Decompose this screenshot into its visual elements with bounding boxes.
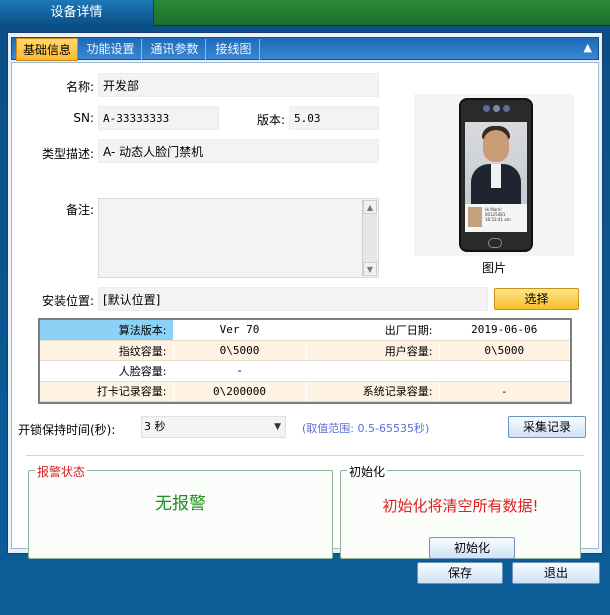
sn-label: SN: — [73, 111, 94, 125]
unlock-time-label: 开锁保持时间(秒): — [18, 423, 116, 437]
face-capacity-label: 人脸容量: — [40, 360, 174, 382]
save-button[interactable]: 保存 — [417, 562, 503, 584]
init-group: 初始化 初始化将清空所有数据! 初始化 — [340, 463, 581, 559]
unlock-time-value: 3 秒 — [144, 420, 166, 433]
algo-version-label: 算法版本: — [40, 320, 174, 341]
remark-scrollbar[interactable]: ▲ ▼ — [362, 200, 377, 276]
remark-textarea[interactable]: ▲ ▼ — [98, 198, 379, 278]
chevron-down-icon[interactable]: ▼ — [274, 417, 281, 437]
sn-field[interactable]: A-33333333 — [98, 106, 219, 130]
alarm-status-group: 报警状态 无报警 — [28, 463, 333, 559]
exit-button[interactable]: 退出 — [512, 562, 600, 584]
remark-label: 备注: — [65, 203, 94, 217]
window-title: 设备详情 — [0, 0, 154, 26]
empty-cell — [439, 360, 570, 382]
fingerprint-capacity-label: 指纹容量: — [40, 340, 174, 362]
select-location-button[interactable]: 选择 — [494, 288, 579, 310]
install-location-label: 安装位置: — [41, 294, 94, 308]
punch-record-capacity-label: 打卡记录容量: — [40, 381, 174, 403]
fingerprint-capacity-value: 0\5000 — [173, 340, 307, 362]
screen-time: 16:53:41 am — [485, 217, 511, 222]
tab-scroll-up-icon[interactable]: ▲ — [584, 41, 592, 54]
divider — [26, 455, 584, 456]
system-record-capacity-label: 系统记录容量: — [306, 381, 440, 403]
nfc-icon — [488, 238, 502, 248]
alarm-status-title: 报警状态 — [35, 463, 88, 480]
user-capacity-value: 0\5000 — [439, 340, 570, 362]
scroll-up-icon[interactable]: ▲ — [363, 200, 377, 214]
init-title: 初始化 — [347, 463, 388, 480]
window-title-bar: 设备详情 — [0, 0, 610, 26]
factory-date-value: 2019-06-06 — [439, 320, 570, 341]
user-capacity-label: 用户容量: — [306, 340, 440, 362]
scroll-down-icon[interactable]: ▼ — [363, 262, 377, 276]
tab-strip: 基础信息 功能设置 通讯参数 接线图 ▲ — [11, 37, 599, 61]
empty-cell — [306, 360, 440, 382]
name-field[interactable]: 开发部 — [98, 73, 379, 97]
tab-communication-params[interactable]: 通讯参数 — [144, 39, 206, 60]
init-button[interactable]: 初始化 — [429, 537, 515, 559]
face-capacity-value: - — [173, 360, 307, 382]
device-info-table: 算法版本: Ver 70 出厂日期: 2019-06-06 指纹容量: 0\50… — [38, 318, 572, 404]
punch-record-capacity-value: 0\200000 — [173, 381, 307, 403]
alarm-status-text: 无报警 — [155, 494, 206, 514]
version-field[interactable]: 5.03 — [289, 106, 379, 130]
factory-date-label: 出厂日期: — [306, 320, 440, 341]
install-location-field[interactable]: [默认位置] — [98, 287, 488, 311]
unlock-time-select[interactable]: 3 秒 ▼ — [141, 416, 286, 438]
tab-function-settings[interactable]: 功能设置 — [80, 39, 142, 60]
face-terminal-image: Hi Mark! 00125481 16:53:41 am — [459, 98, 533, 252]
basic-info-panel: 名称: 开发部 SN: A-33333333 版本: 5.03 类型描述: A-… — [11, 62, 599, 559]
type-desc-label: 类型描述: — [41, 147, 94, 161]
algo-version-value: Ver 70 — [173, 320, 307, 341]
version-label: 版本: — [256, 113, 285, 127]
dialog-frame: 基础信息 功能设置 通讯参数 接线图 ▲ 名称: 开发部 SN: A-33333… — [7, 32, 603, 559]
system-record-capacity-value: - — [439, 381, 570, 403]
photo-caption: 图片 — [481, 261, 506, 275]
name-label: 名称: — [65, 80, 94, 94]
init-warning: 初始化将清空所有数据! — [382, 497, 539, 515]
collect-records-button[interactable]: 采集记录 — [508, 416, 586, 438]
unlock-time-range: (取值范围: 0.5-65535秒) — [302, 422, 430, 435]
tab-wiring-diagram[interactable]: 接线图 — [208, 39, 260, 60]
tab-basic-info[interactable]: 基础信息 — [16, 38, 78, 61]
device-photo: Hi Mark! 00125481 16:53:41 am — [414, 94, 574, 256]
type-desc-field[interactable]: A- 动态人脸门禁机 — [98, 139, 379, 163]
